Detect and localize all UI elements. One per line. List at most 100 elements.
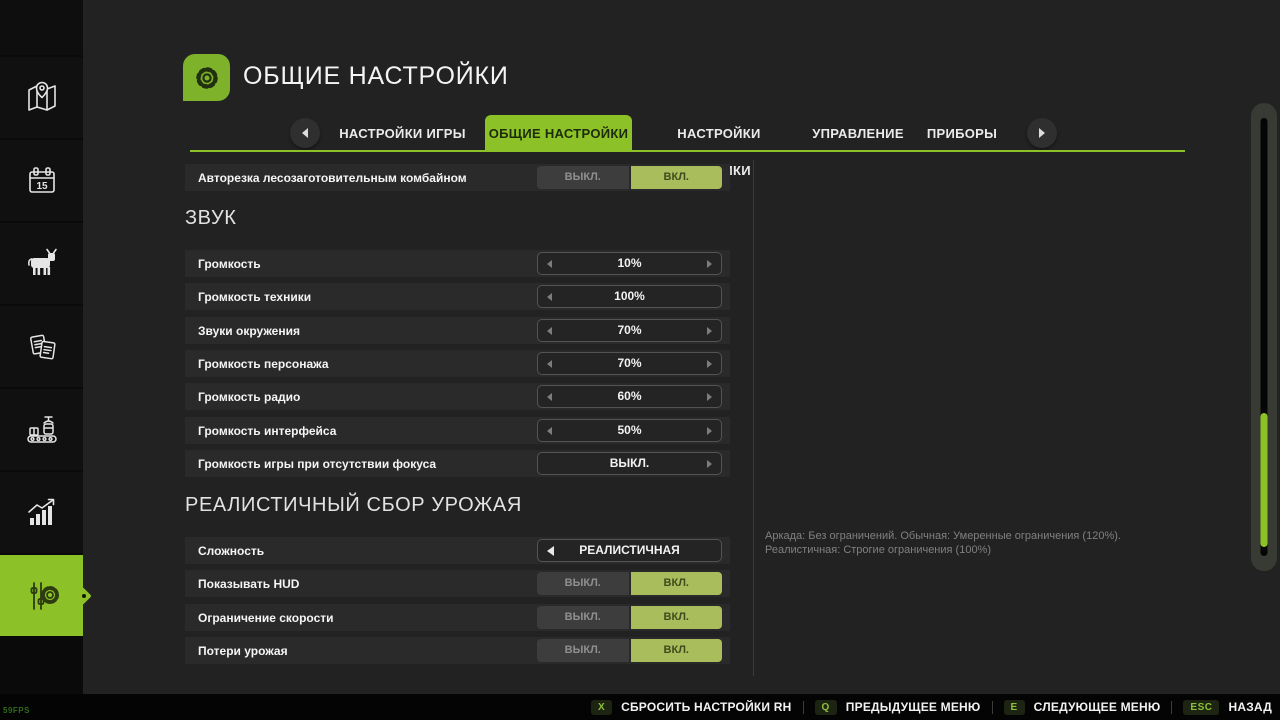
- setting-label: Авторезка лесозаготовительным комбайном: [198, 171, 467, 185]
- toggle-off-button[interactable]: ВЫКЛ.: [537, 606, 629, 629]
- footer-separator: [803, 701, 804, 714]
- setting-label: Громкость интерфейса: [198, 424, 336, 438]
- value-selector: 50%: [537, 419, 722, 442]
- tab-underline: [190, 150, 1185, 152]
- tab-general-settings[interactable]: ОБЩИЕ НАСТРОЙКИ: [485, 115, 632, 152]
- active-tile-notch-dot: [82, 594, 86, 598]
- setting-label: Ограничение скорости: [198, 611, 334, 625]
- page-title: ОБЩИЕ НАСТРОЙКИ: [243, 62, 509, 91]
- tabs-prev-button[interactable]: [290, 118, 320, 148]
- sidebar-item-contracts[interactable]: [0, 306, 83, 387]
- increase-arrow-icon[interactable]: [707, 260, 712, 268]
- settings-sliders-gear-icon: [21, 575, 63, 617]
- toggle-on-button[interactable]: ВКЛ.: [631, 606, 723, 629]
- setting-label: Сложность: [198, 544, 264, 558]
- setting-label: Громкость игры при отсутствии фокуса: [198, 457, 436, 471]
- chevron-left-icon: [302, 128, 308, 138]
- increase-arrow-icon[interactable]: [707, 427, 712, 435]
- setting-label: Громкость персонажа: [198, 357, 329, 371]
- tabs-next-button[interactable]: [1027, 118, 1057, 148]
- toggle-control: ВЫКЛ. ВКЛ.: [537, 606, 722, 629]
- setting-row-show-hud: Показывать HUD ВЫКЛ. ВКЛ.: [185, 570, 730, 597]
- selector-value: 10%: [538, 253, 721, 274]
- setting-row-radio-volume: Громкость радио 60%: [185, 383, 730, 410]
- calendar-icon: 15: [21, 160, 63, 202]
- previous-menu-label[interactable]: ПРЕДЫДУЩЕЕ МЕНЮ: [846, 700, 981, 714]
- toggle-control: ВЫКЛ. ВКЛ.: [537, 166, 722, 189]
- tab-devices[interactable]: ПРИБОРЫ: [905, 115, 1019, 152]
- setting-row-focus-loss-volume: Громкость игры при отсутствии фокуса ВЫК…: [185, 450, 730, 477]
- footer-separator: [992, 701, 993, 714]
- key-badge-x[interactable]: X: [591, 700, 612, 715]
- sidebar-item-map[interactable]: [0, 57, 83, 138]
- toggle-on-button[interactable]: ВКЛ.: [631, 572, 723, 595]
- next-menu-label[interactable]: СЛЕДУЮЩЕЕ МЕНЮ: [1034, 700, 1161, 714]
- setting-row-ui-volume: Громкость интерфейса 50%: [185, 417, 730, 444]
- value-selector: 10%: [537, 252, 722, 275]
- fps-counter: 59FPS: [3, 706, 30, 715]
- tab-controls[interactable]: УПРАВЛЕНИЕ: [795, 115, 921, 152]
- svg-text:15: 15: [36, 181, 48, 192]
- increase-arrow-icon[interactable]: [707, 327, 712, 335]
- key-badge-q[interactable]: Q: [815, 700, 837, 715]
- sidebar-tile-blank: [0, 0, 83, 55]
- value-selector: 100%: [537, 285, 722, 308]
- description-line-1: Аркада: Без ограничений. Обычная: Умерен…: [765, 530, 1195, 544]
- section-title-harvest: РЕАЛИСТИЧНЫЙ СБОР УРОЖАЯ: [185, 494, 522, 517]
- toggle-off-button[interactable]: ВЫКЛ.: [537, 639, 629, 662]
- key-badge-e[interactable]: E: [1004, 700, 1025, 715]
- setting-label: Звуки окружения: [198, 324, 300, 338]
- production-icon: [21, 409, 63, 451]
- gear-icon: [190, 61, 224, 95]
- setting-label: Громкость: [198, 257, 261, 271]
- selector-value: 70%: [538, 320, 721, 341]
- sidebar: 15: [0, 0, 83, 694]
- value-selector: 60%: [537, 385, 722, 408]
- setting-row-vehicle-volume: Громкость техники 100%: [185, 283, 730, 310]
- selector-value: 70%: [538, 353, 721, 374]
- scrollbar-thumb[interactable]: [1261, 413, 1268, 547]
- page-icon-tile: [183, 54, 230, 101]
- bottom-help-bar: X СБРОСИТЬ НАСТРОЙКИ RH Q ПРЕДЫДУЩЕЕ МЕН…: [0, 694, 1280, 720]
- setting-label: Громкость техники: [198, 290, 311, 304]
- value-selector: 70%: [537, 319, 722, 342]
- sidebar-item-calendar[interactable]: 15: [0, 140, 83, 221]
- selector-value: 100%: [538, 286, 721, 307]
- setting-row-speed-limit: Ограничение скорости ВЫКЛ. ВКЛ.: [185, 604, 730, 631]
- sidebar-item-settings-active[interactable]: [0, 555, 83, 636]
- setting-row-volume: Громкость 10%: [185, 250, 730, 277]
- selector-value: 50%: [538, 420, 721, 441]
- reset-settings-label[interactable]: СБРОСИТЬ НАСТРОЙКИ RH: [621, 700, 791, 714]
- sidebar-item-animals[interactable]: [0, 223, 83, 304]
- tab-game-settings[interactable]: НАСТРОЙКИ ИГРЫ: [330, 115, 475, 152]
- sidebar-item-statistics[interactable]: [0, 472, 83, 553]
- setting-row-character-volume: Громкость персонажа 70%: [185, 350, 730, 377]
- scrollbar: [1251, 103, 1277, 571]
- value-selector: 70%: [537, 352, 722, 375]
- key-badge-esc[interactable]: ESC: [1183, 700, 1219, 715]
- chevron-right-icon: [1039, 128, 1045, 138]
- scrollbar-track[interactable]: [1261, 118, 1268, 556]
- back-label[interactable]: НАЗАД: [1228, 700, 1272, 714]
- panel-divider: [753, 160, 754, 676]
- statistics-icon: [21, 492, 63, 534]
- selector-value: РЕАЛИСТИЧНАЯ: [538, 540, 721, 561]
- value-selector: ВЫКЛ.: [537, 452, 722, 475]
- increase-arrow-icon[interactable]: [707, 360, 712, 368]
- toggle-control: ВЫКЛ. ВКЛ.: [537, 572, 722, 595]
- setting-row-autocut: Авторезка лесозаготовительным комбайном …: [185, 164, 730, 191]
- setting-label: Громкость радио: [198, 390, 300, 404]
- increase-arrow-icon[interactable]: [707, 460, 712, 468]
- cow-icon: [21, 243, 63, 285]
- contracts-icon: [21, 326, 63, 368]
- toggle-on-button[interactable]: ВКЛ.: [631, 639, 723, 662]
- tab-graphics-settings[interactable]: НАСТРОЙКИ ГРАФИКИ: [645, 115, 793, 152]
- toggle-off-button[interactable]: ВЫКЛ.: [537, 572, 629, 595]
- setting-label: Показывать HUD: [198, 577, 299, 591]
- settings-screen: 15: [0, 0, 1280, 720]
- sidebar-item-production[interactable]: [0, 389, 83, 470]
- setting-label: Потери урожая: [198, 644, 288, 658]
- toggle-on-button[interactable]: ВКЛ.: [631, 166, 723, 189]
- increase-arrow-icon[interactable]: [707, 393, 712, 401]
- toggle-off-button[interactable]: ВЫКЛ.: [537, 166, 629, 189]
